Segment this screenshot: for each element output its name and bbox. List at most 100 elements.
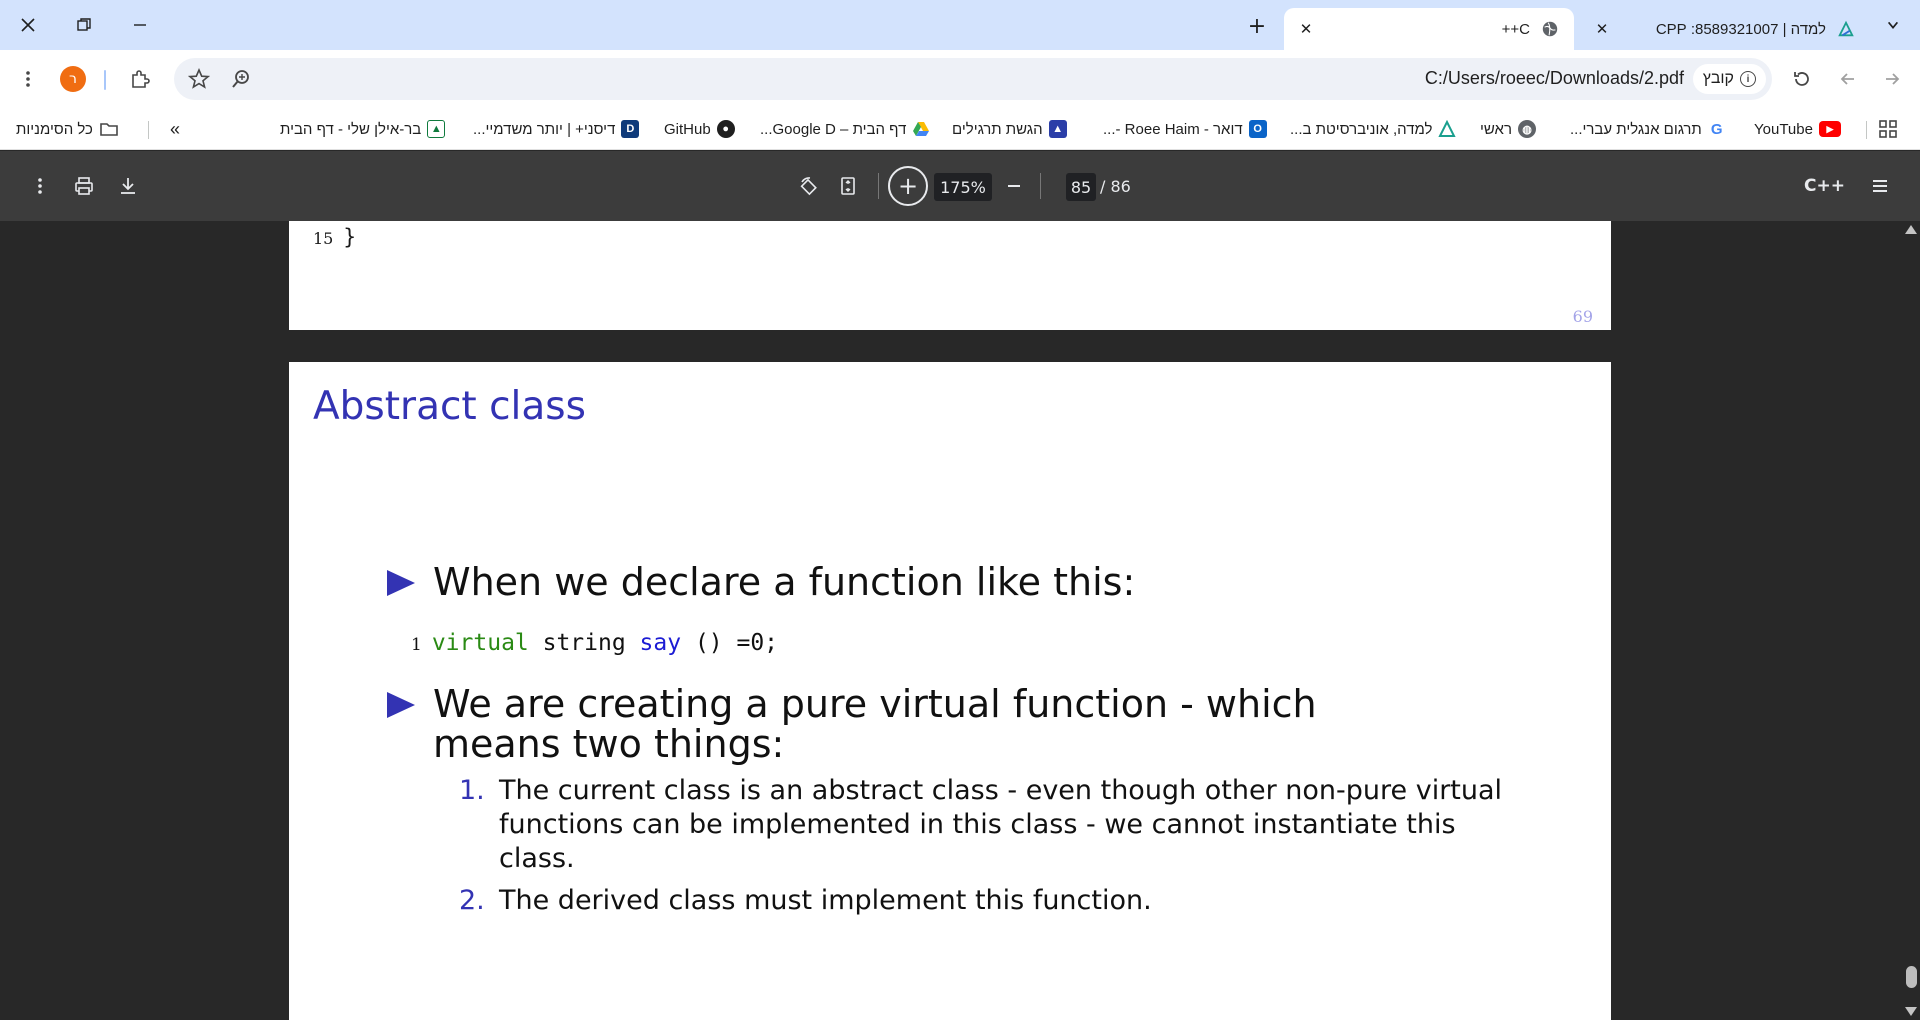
close-window-button[interactable]	[0, 0, 56, 50]
minus-icon	[1008, 185, 1020, 187]
print-icon	[75, 177, 93, 195]
bullet-triangle-icon	[387, 692, 415, 718]
bookmark-outlook[interactable]: O דואר - Roee Haim -...	[1103, 116, 1267, 142]
apps-grid-icon	[1879, 120, 1897, 138]
zoom-lens-icon[interactable]	[230, 68, 252, 90]
more-vertical-icon	[26, 71, 30, 87]
site-info-chip[interactable]: i קובץ	[1692, 64, 1766, 94]
bookmark-label: תרגום אנגלית עברי...	[1570, 120, 1702, 138]
file-chip-label: קובץ	[1702, 70, 1734, 87]
globe-icon	[1540, 19, 1560, 39]
restore-icon	[77, 18, 91, 31]
zoom-level-input[interactable]: 175%	[934, 173, 992, 201]
rotate-button[interactable]	[792, 170, 824, 202]
outlook-icon: O	[1248, 120, 1267, 138]
new-tab-button[interactable]: +	[1240, 12, 1274, 40]
bookmark-github[interactable]: ● GitHub	[664, 116, 735, 142]
youtube-icon: ▶	[1818, 121, 1841, 137]
apps-button[interactable]	[1878, 116, 1898, 142]
close-tab-icon[interactable]: ✕	[1296, 19, 1316, 39]
fit-page-button[interactable]	[832, 170, 864, 202]
enumerated-item: 1. The current class is an abstract clas…	[459, 774, 1529, 876]
bullet-text: We are creating a pure virtual function …	[433, 682, 1317, 766]
bookmark-youtube[interactable]: ▶ YouTube	[1754, 116, 1841, 142]
page-number-input[interactable]: 85	[1066, 173, 1096, 201]
enum-number: 1.	[459, 775, 485, 806]
restore-window-button[interactable]	[56, 0, 112, 50]
page-total: / 86	[1100, 177, 1131, 196]
pdf-toolbar: + 175% 85 / 86 C++	[0, 151, 1920, 221]
pdf-more-button[interactable]	[24, 170, 56, 202]
forward-button[interactable]	[1876, 63, 1908, 95]
globe-icon: ◍	[1517, 120, 1536, 138]
all-bookmarks-button[interactable]: כל הסימניות	[16, 116, 119, 142]
toolbar-divider	[104, 70, 106, 90]
bookmark-star-icon[interactable]	[188, 68, 210, 90]
bookmark-label: דיסני+ | יותר משדמיי...	[473, 120, 616, 138]
pdf-scrollbar[interactable]	[1903, 221, 1920, 1020]
slide-title: Abstract class	[313, 384, 586, 429]
enumerated-item: 2. The derived class must implement this…	[459, 884, 1529, 918]
bookmark-disney-plus[interactable]: D דיסני+ | יותר משדמיי...	[473, 116, 640, 142]
pdf-viewer[interactable]: 15} 69 Abstract class When we declare a …	[0, 221, 1920, 1020]
bookmark-lemida[interactable]: למדה, אוניברסיטת ב...	[1290, 116, 1457, 142]
scroll-down-arrow-icon[interactable]	[1905, 1007, 1917, 1016]
tab-cpp[interactable]: C++ ✕	[1284, 8, 1574, 50]
page-number-label: 69	[1572, 307, 1593, 326]
extensions-button[interactable]	[124, 63, 156, 95]
bullet-text: When we declare a function like this:	[433, 560, 1136, 604]
zoom-out-button[interactable]	[998, 170, 1030, 202]
scroll-thumb[interactable]	[1906, 966, 1917, 988]
puzzle-icon	[132, 70, 150, 88]
address-bar[interactable]: C:/Users/roeec/Downloads/2.pdf i קובץ	[174, 58, 1772, 100]
pdf-sidebar-toggle[interactable]	[1864, 170, 1896, 202]
profile-avatar[interactable]: ר	[60, 66, 86, 92]
bookmark-bar-ilan[interactable]: ▲ בר-אילן שלי - דף הבית	[280, 116, 446, 142]
enum-text: The current class is an abstract class -…	[499, 775, 1503, 874]
bookmark-label: GitHub	[664, 120, 711, 138]
print-button[interactable]	[68, 170, 100, 202]
more-bookmarks-button[interactable]: »	[170, 116, 180, 142]
pdf-divider	[1040, 173, 1041, 199]
code-rest: () =0;	[681, 630, 779, 656]
pdf-page-previous: 15} 69	[289, 221, 1611, 330]
line-number: 15	[313, 229, 334, 248]
reload-icon	[1794, 72, 1809, 86]
bookmarks-divider	[1866, 121, 1867, 139]
rotate-icon	[800, 177, 817, 196]
pdf-divider	[878, 173, 879, 199]
enum-number: 2.	[459, 885, 485, 916]
info-icon: i	[1740, 71, 1756, 87]
close-tab-icon[interactable]: ✕	[1592, 19, 1612, 39]
reload-button[interactable]	[1786, 63, 1818, 95]
download-button[interactable]	[112, 170, 144, 202]
code-type: string	[528, 630, 640, 656]
tab-title: למדה | 8589321007: CPP	[1655, 20, 1826, 38]
bookmark-label: למדה, אוניברסיטת ב...	[1290, 120, 1433, 138]
code-function-name: say	[639, 630, 682, 656]
lemida-logo-icon	[1836, 19, 1856, 39]
zoom-in-button[interactable]: +	[888, 166, 928, 206]
download-icon	[121, 178, 135, 194]
close-icon	[21, 18, 35, 32]
bookmark-label: YouTube	[1754, 120, 1813, 138]
bookmark-main[interactable]: ◍ ראשי	[1480, 116, 1536, 142]
back-button[interactable]	[1832, 63, 1864, 95]
bookmark-label: הגשת תרגילים	[952, 120, 1043, 138]
bookmark-google-drive[interactable]: דף הבית – Google D...	[760, 116, 930, 142]
code-keyword: virtual	[431, 630, 529, 656]
minimize-icon	[134, 24, 146, 26]
more-vertical-icon	[38, 178, 42, 194]
minimize-window-button[interactable]	[112, 0, 168, 50]
bookmark-submission[interactable]: ▲ הגשת תרגילים	[952, 116, 1067, 142]
arrow-right-icon	[1886, 73, 1900, 85]
tab-lemida[interactable]: למדה | 8589321007: CPP ✕	[1580, 8, 1870, 50]
bookmark-translate[interactable]: G תרגום אנגלית עברי...	[1570, 116, 1726, 142]
google-drive-icon	[912, 120, 930, 138]
menu-button[interactable]	[12, 63, 44, 95]
url-text[interactable]: C:/Users/roeec/Downloads/2.pdf	[1425, 68, 1684, 89]
tab-search-button[interactable]	[1876, 10, 1910, 40]
code-text: }	[343, 225, 357, 249]
scroll-up-arrow-icon[interactable]	[1905, 225, 1917, 234]
code-line: 15}	[313, 225, 356, 249]
